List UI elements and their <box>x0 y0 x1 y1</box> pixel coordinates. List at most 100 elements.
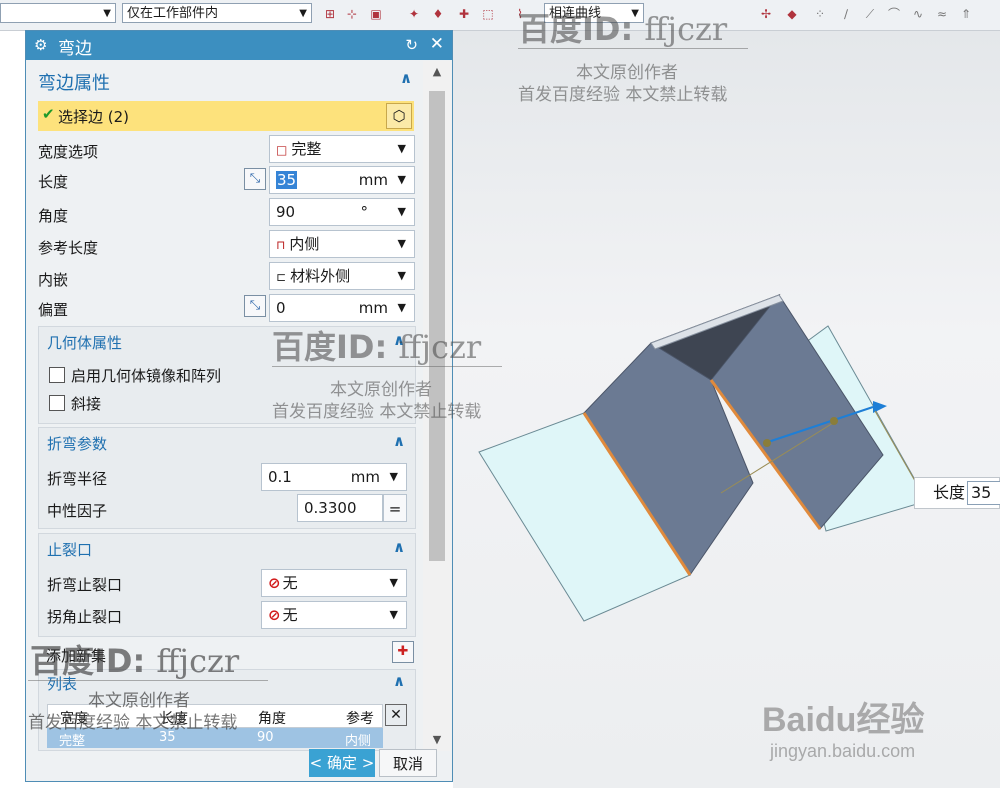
close-icon[interactable]: ✕ <box>430 34 444 54</box>
chevron-down-icon: ▼ <box>103 8 111 19</box>
watermark-text: 首发百度经验 本文禁止转载 <box>518 85 728 105</box>
length-label: 长度 <box>38 173 69 191</box>
section-relief[interactable]: 止裂口 <box>47 539 92 560</box>
section-flange-properties[interactable]: 弯边属性 <box>38 69 110 95</box>
mirror-pattern-checkbox[interactable] <box>49 367 65 383</box>
dimension-label: 长度 <box>933 483 966 502</box>
bend-radius-input[interactable]: 0.1 mm ▼ <box>261 463 407 491</box>
inset-label: 内嵌 <box>38 271 69 289</box>
gear-icon[interactable]: ⚙ <box>34 36 47 54</box>
snap-point-icon[interactable]: ✦ <box>406 6 422 22</box>
arc-icon[interactable]: ⌒ <box>886 6 902 22</box>
collapse-icon[interactable]: ∧ <box>400 69 412 87</box>
selection-scope-dropdown[interactable]: 仅在工作部件内 ▼ <box>122 3 312 23</box>
watermark-text: 首发百度经验 本文禁止转载 <box>272 402 482 422</box>
snap-end-icon[interactable]: ♦ <box>430 6 446 22</box>
column-angle[interactable]: 角度 <box>258 708 286 728</box>
width-option-label: 宽度选项 <box>38 143 99 161</box>
line-icon[interactable]: ∕ <box>838 6 854 22</box>
baidu-url: jingyan.baidu.com <box>770 741 916 761</box>
inner-edge-icon: ⊓ <box>276 238 286 252</box>
miter-checkbox[interactable] <box>49 395 65 411</box>
box-select-icon[interactable]: ▣ <box>368 6 384 22</box>
neutral-factor-input[interactable]: 0.3300 <box>297 494 383 522</box>
chevron-down-icon[interactable]: ▼ <box>423 729 451 751</box>
bend-radius-label: 折弯半径 <box>47 470 108 488</box>
snap-bounds-icon[interactable]: ⬚ <box>480 6 496 22</box>
bend-relief-dropdown[interactable]: ⊘ 无 ▼ <box>261 569 407 597</box>
drag-handle-end[interactable] <box>830 417 838 425</box>
select-edge-label: 选择边 (2) <box>58 108 130 126</box>
app-frame: ▼ 仅在工作部件内 ▼ ⊞ ⊹ ▣ ✦ ♦ ✚ ⬚ ⌇ 相连曲线 ▼ ✢ ◆ ⁘ ∕… <box>0 0 1000 788</box>
sheet-metal-model[interactable] <box>453 31 1000 788</box>
formula-button[interactable]: = <box>383 494 407 522</box>
corner-relief-dropdown[interactable]: ⊘ 无 ▼ <box>261 601 407 629</box>
delete-icon[interactable]: ✕ <box>385 704 407 726</box>
chevron-down-icon: ▼ <box>389 470 398 483</box>
spline-icon[interactable]: ∿ <box>910 6 926 22</box>
chevron-down-icon: ▼ <box>397 301 406 314</box>
ok-button[interactable]: < 确定 > <box>309 749 375 777</box>
length-dimension-readout[interactable]: 长度 35 <box>914 477 1000 509</box>
add-set-icon[interactable]: ✚ <box>392 641 414 663</box>
watermark-id-middle: 百度ID: ffjczr <box>272 328 482 366</box>
pattern-icon[interactable]: ⁘ <box>812 6 828 22</box>
more-icon[interactable]: ⇑ <box>958 6 974 22</box>
measure-icon[interactable]: ⤡ <box>244 168 266 190</box>
dialog-title-bar: ⚙ 弯边 ↻ ✕ <box>26 31 452 60</box>
length-input[interactable]: 35 mm ▼ <box>269 166 415 194</box>
chevron-down-icon: ▼ <box>397 269 406 282</box>
angle-input[interactable]: 90 ° ▼ <box>269 198 415 226</box>
wave-icon[interactable]: ≈ <box>934 6 950 22</box>
type-filter-dropdown[interactable]: ▼ <box>0 3 116 23</box>
chevron-down-icon: ▼ <box>389 576 398 589</box>
section-bend-parameters[interactable]: 折弯参数 <box>47 433 107 454</box>
relief-panel: 止裂口 ∧ 折弯止裂口 ⊘ 无 ▼ 拐角止裂口 ⊘ 无 ▼ <box>38 533 416 637</box>
collapse-icon[interactable]: ∧ <box>393 672 405 690</box>
dimension-value-input[interactable]: 35 <box>967 481 1000 505</box>
corner-relief-label: 拐角止裂口 <box>47 608 123 626</box>
watermark-id-top: 百度ID: ffjczr <box>518 10 728 48</box>
material-outside-icon: ⊏ <box>276 270 287 284</box>
none-icon: ⊘ <box>268 574 281 592</box>
snap-mid-icon[interactable]: ✚ <box>456 6 472 22</box>
top-toolbar: ▼ 仅在工作部件内 ▼ ⊞ ⊹ ▣ ✦ ♦ ✚ ⬚ ⌇ 相连曲线 ▼ ✢ ◆ ⁘ ∕… <box>0 0 1000 31</box>
measure-icon[interactable]: ⤡ <box>244 295 266 317</box>
watermark-text: 首发百度经验 本文禁止转载 <box>28 713 238 733</box>
section-geometry-properties[interactable]: 几何体属性 <box>47 332 122 353</box>
reference-length-label: 参考长度 <box>38 239 99 257</box>
rectangle-icon: □ <box>276 143 288 157</box>
bend-relief-label: 折弯止裂口 <box>47 576 123 594</box>
select-edge-row[interactable]: ✔ 选择边 (2) ⬡ <box>38 101 414 131</box>
offset-input[interactable]: 0 mm ▼ <box>269 294 415 322</box>
none-icon: ⊘ <box>268 606 281 624</box>
line2-icon[interactable]: ⟋ <box>862 6 878 22</box>
filter-icon[interactable]: ⊹ <box>344 6 360 22</box>
inset-dropdown[interactable]: ⊏ 材料外侧 ▼ <box>269 262 415 290</box>
graphics-viewport[interactable]: Baidu经验 jingyan.baidu.com <box>453 31 1000 788</box>
watermark-rule <box>518 48 748 49</box>
reset-icon[interactable]: ↻ <box>405 36 418 54</box>
cube-icon[interactable]: ⬡ <box>386 103 412 129</box>
collapse-icon[interactable]: ∧ <box>393 432 405 450</box>
chevron-up-icon[interactable]: ▲ <box>423 61 451 83</box>
follow-fillet-icon[interactable]: ◆ <box>784 6 800 22</box>
watermark-id-bottom: 百度ID: ffjczr <box>30 642 240 680</box>
reference-length-dropdown[interactable]: ⊓ 内侧 ▼ <box>269 230 415 258</box>
collapse-icon[interactable]: ∧ <box>393 538 405 556</box>
chevron-down-icon: ▼ <box>389 608 398 621</box>
chevron-down-icon: ▼ <box>397 142 406 155</box>
select-icon[interactable]: ⊞ <box>322 6 338 22</box>
chevron-down-icon: ▼ <box>299 8 307 19</box>
width-option-dropdown[interactable]: □ 完整 ▼ <box>269 135 415 163</box>
mirror-pattern-label: 启用几何体镜像和阵列 <box>71 367 222 385</box>
miter-label: 斜接 <box>71 395 102 413</box>
offset-label: 偏置 <box>38 301 69 319</box>
neutral-factor-label: 中性因子 <box>47 502 108 520</box>
angle-label: 角度 <box>38 207 69 225</box>
cancel-button[interactable]: 取消 <box>379 749 437 777</box>
drag-handle-start[interactable] <box>763 439 771 447</box>
watermark-rule <box>28 680 268 681</box>
column-reference[interactable]: 参考 <box>346 708 374 728</box>
stop-at-intersection-icon[interactable]: ✢ <box>758 6 774 22</box>
